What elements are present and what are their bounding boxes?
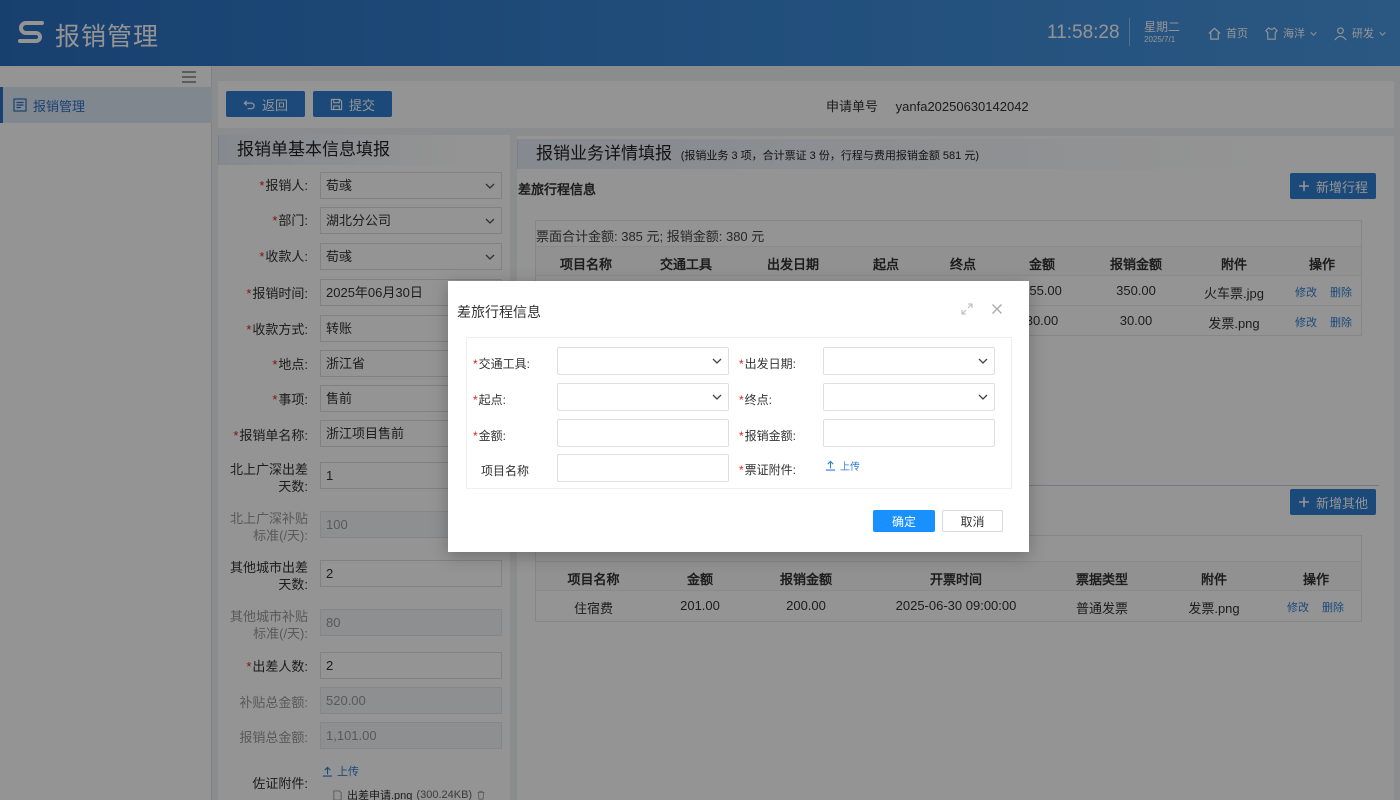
claim-amount-input[interactable] (823, 419, 995, 447)
chevron-down-icon (712, 394, 722, 400)
amount-input[interactable] (557, 419, 729, 447)
close-icon[interactable] (990, 302, 1004, 316)
depart-date-label: *出发日期: (739, 357, 797, 371)
chevron-down-icon (978, 358, 988, 364)
ticket-attachment-label: *票证附件: (739, 463, 797, 477)
origin-select[interactable] (557, 383, 729, 411)
dialog-form: *交通工具: *出发日期: *起点: *终点: *金额: *报销金额: 项目名称… (466, 337, 1012, 489)
cancel-button[interactable]: 取消 (942, 510, 1003, 532)
maximize-icon[interactable] (960, 302, 974, 316)
travel-dialog: 差旅行程信息 *交通工具: *出发日期: *起点: *终点: *金额: *报销金… (448, 281, 1029, 552)
ticket-upload-label: 上传 (840, 462, 860, 473)
confirm-button[interactable]: 确定 (873, 510, 935, 532)
ticket-upload-button[interactable]: 上传 (825, 458, 860, 473)
project-name-input[interactable] (557, 454, 729, 482)
claim-amount-label: *报销金额: (739, 429, 797, 443)
destination-select[interactable] (823, 383, 995, 411)
transport-label: *交通工具: (473, 357, 531, 371)
upload-icon (825, 460, 836, 471)
transport-select[interactable] (557, 347, 729, 375)
chevron-down-icon (978, 394, 988, 400)
depart-date-select[interactable] (823, 347, 995, 375)
dialog-title: 差旅行程信息 (457, 304, 541, 320)
destination-label: *终点: (739, 393, 773, 407)
amount-label: *金额: (473, 429, 507, 443)
origin-label: *起点: (473, 393, 507, 407)
project-name-label: 项目名称 (481, 464, 530, 478)
chevron-down-icon (712, 358, 722, 364)
